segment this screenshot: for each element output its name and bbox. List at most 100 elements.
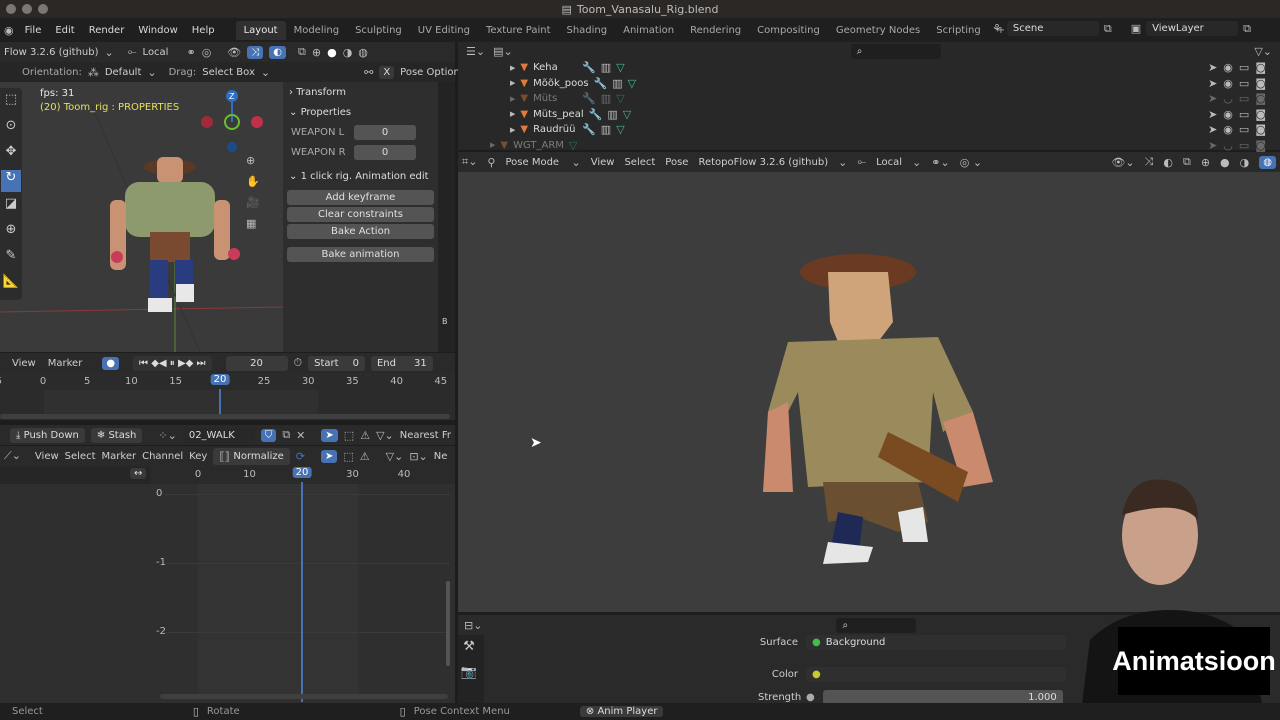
graph-view-menu[interactable]: View bbox=[35, 451, 59, 462]
eye-icon[interactable]: ◉ bbox=[1223, 61, 1233, 74]
annotate-tool-icon[interactable]: ✎ bbox=[1, 248, 21, 270]
errors-filter-icon[interactable]: ⚠ bbox=[360, 429, 370, 442]
move-tool-icon[interactable]: ✥ bbox=[1, 144, 21, 166]
eye-icon[interactable]: ◉ bbox=[1223, 123, 1233, 136]
workspace-tab-modeling[interactable]: Modeling bbox=[286, 21, 348, 40]
properties-panel-header[interactable]: ⌄ Properties bbox=[283, 102, 438, 122]
interpolation-selector[interactable]: Nearest Fr bbox=[400, 430, 451, 441]
graph-editor-area[interactable]: ↔ 010203040 0-1-2 20 bbox=[0, 466, 455, 703]
main-gizmo-icon[interactable]: ⤨ bbox=[1145, 155, 1154, 169]
graph-v-scrollbar[interactable] bbox=[446, 581, 450, 666]
hidden-eye-icon[interactable]: ◡ bbox=[1223, 92, 1233, 105]
mode-selector[interactable]: Pose Mode bbox=[505, 157, 561, 168]
hidden-eye-icon[interactable]: ◡ bbox=[1223, 139, 1233, 152]
outliner-item[interactable]: ▶ ▼ Müts 🔧 ▥ ▽ ➤ ◡ ▭ ◙ bbox=[458, 91, 1280, 107]
workspace-tab-sculpting[interactable]: Sculpting bbox=[347, 21, 410, 40]
outliner-display-mode-icon[interactable]: ☰⌄ bbox=[466, 45, 485, 58]
outliner-search-input[interactable]: ⌕ bbox=[850, 43, 941, 59]
graph-errors-icon[interactable]: ⚠ bbox=[360, 450, 370, 463]
outliner-item-name[interactable]: Müts_peal bbox=[533, 109, 584, 120]
menu-render[interactable]: Render bbox=[82, 25, 132, 36]
graph-select-menu[interactable]: Select bbox=[65, 451, 96, 462]
pan-hand-icon[interactable]: ✋ bbox=[246, 175, 260, 188]
color-field[interactable]: ● bbox=[806, 667, 1066, 682]
orientation-selector[interactable]: Default bbox=[105, 67, 142, 78]
outliner-item[interactable]: ▶ ▼ Keha 🔧 ▥ ▽ ➤ ◉ ▭ ◙ bbox=[458, 60, 1280, 76]
cursor-tool-icon[interactable]: ⊙ bbox=[1, 118, 21, 140]
expand-arrow-icon[interactable]: ▶ bbox=[510, 110, 515, 118]
graph-only-selected-toggle[interactable]: ➤ bbox=[320, 449, 338, 463]
surface-shader-field[interactable]: ● Background bbox=[806, 635, 1066, 650]
playback-controls[interactable]: ⏮ ◆◀ ⏸ ▶◆ ⏭ bbox=[133, 355, 212, 371]
render-camera-icon[interactable]: ◙ bbox=[1255, 61, 1266, 74]
expand-arrow-icon[interactable]: ▶ bbox=[510, 64, 515, 72]
copy-scene-icon[interactable]: ⧉ bbox=[1104, 22, 1112, 36]
graph-playhead[interactable] bbox=[301, 482, 303, 702]
properties-search-input[interactable]: ⌕ bbox=[836, 617, 917, 633]
expand-arrow-icon[interactable]: ▶ bbox=[510, 95, 515, 103]
zoom-icon[interactable]: ⊕ bbox=[246, 154, 260, 167]
outliner-item[interactable]: ▶ ▼ WGT_ARM ▽ ➤ ◡ ▭ ◙ bbox=[458, 138, 1280, 154]
animation-edit-panel-header[interactable]: ⌄ 1 click rig. Animation edit bbox=[283, 166, 438, 186]
graph-filter-icon[interactable]: ▽⌄ bbox=[386, 450, 404, 463]
show-hidden-icon[interactable]: ⬚ bbox=[344, 429, 354, 442]
timeline-current-frame-badge[interactable]: 20 bbox=[210, 374, 230, 385]
anim-player-button[interactable]: ⊗ Anim Player bbox=[579, 706, 664, 717]
tool-tab-icon[interactable]: ⚒ bbox=[459, 639, 479, 661]
action-name-field[interactable]: 02_WALK bbox=[182, 427, 255, 443]
main-rendered-icon[interactable]: ◍ bbox=[1259, 155, 1276, 169]
main-snap-icon[interactable]: ⚭⌄ bbox=[931, 156, 949, 169]
main-overlay-icon[interactable]: ◐ bbox=[1163, 156, 1173, 169]
selectable-icon[interactable]: ➤ bbox=[1208, 108, 1217, 121]
menu-edit[interactable]: Edit bbox=[48, 25, 81, 36]
unlink-action-icon[interactable]: ✕ bbox=[296, 429, 305, 442]
menu-help[interactable]: Help bbox=[185, 25, 222, 36]
outliner-item-name[interactable]: WGT_ARM bbox=[513, 140, 564, 151]
graph-show-hidden-icon[interactable]: ⬚ bbox=[343, 450, 353, 463]
bake-animation-button[interactable]: Bake animation bbox=[287, 247, 434, 262]
copy-view-layer-icon[interactable]: ⧉ bbox=[1243, 22, 1251, 36]
selectable-icon[interactable]: ➤ bbox=[1208, 139, 1217, 152]
channel-region-toggle[interactable]: ↔ bbox=[130, 468, 147, 479]
main-view-menu[interactable]: View bbox=[591, 157, 615, 168]
outliner-item[interactable]: ▶ ▼ Mõõk_poos 🔧 ▥ ▽ ➤ ◉ ▭ ◙ bbox=[458, 76, 1280, 92]
monitor-icon[interactable]: ▭ bbox=[1239, 77, 1249, 90]
eye-icon[interactable]: ◉ bbox=[1223, 77, 1233, 90]
visibility-icon[interactable]: 👁 bbox=[227, 46, 241, 59]
outliner-item[interactable]: ▶ ▼ Raudrüü 🔧 ▥ ▽ ➤ ◉ ▭ ◙ bbox=[458, 122, 1280, 138]
outliner-filter-icon[interactable]: ▽⌄ bbox=[1254, 45, 1272, 58]
workspace-tab-geometry-nodes[interactable]: Geometry Nodes bbox=[828, 21, 928, 40]
proportional-edit-icon[interactable]: ◎ bbox=[202, 46, 212, 59]
workspace-tab-scripting[interactable]: Scripting bbox=[928, 21, 988, 40]
render-camera-icon[interactable]: ◙ bbox=[1255, 139, 1266, 152]
measure-tool-icon[interactable]: 📐 bbox=[1, 274, 21, 296]
view-layer-icon[interactable]: ▣ bbox=[1131, 22, 1141, 35]
drag-selector[interactable]: Select Box bbox=[202, 67, 255, 78]
menu-window[interactable]: Window bbox=[131, 25, 184, 36]
graph-current-frame-badge[interactable]: 20 bbox=[292, 467, 312, 478]
start-frame-field[interactable]: Start 0 bbox=[308, 355, 365, 371]
expand-arrow-icon[interactable]: ▶ bbox=[510, 79, 515, 87]
camera-icon[interactable]: 🎥 bbox=[246, 196, 260, 209]
perspective-grid-icon[interactable]: ▦ bbox=[246, 217, 260, 230]
expand-arrow-icon[interactable]: ▶ bbox=[490, 141, 495, 149]
graph-editor-type-icon[interactable]: ⟋⌄ bbox=[4, 449, 21, 463]
main-visibility-icon[interactable]: 👁⌄ bbox=[1111, 156, 1134, 169]
auto-normalize-icon[interactable]: ⟳ bbox=[296, 450, 305, 463]
timeline-scrollbar[interactable] bbox=[0, 414, 450, 419]
render-camera-icon[interactable]: ◙ bbox=[1255, 77, 1266, 90]
timeline-marker-menu[interactable]: Marker bbox=[48, 358, 83, 369]
view-layer-selector[interactable]: ViewLayer bbox=[1146, 21, 1239, 36]
xray-icon[interactable]: ⧉ bbox=[298, 45, 306, 59]
blender-logo-icon[interactable]: ◉ bbox=[0, 24, 18, 37]
snap-icon[interactable]: ⚭ bbox=[186, 46, 195, 59]
workspace-tab-rendering[interactable]: Rendering bbox=[682, 21, 749, 40]
workspace-tab-texture-paint[interactable]: Texture Paint bbox=[478, 21, 559, 40]
stopwatch-icon[interactable]: ⏱ bbox=[294, 356, 303, 370]
pose-options-dropdown[interactable]: Pose Options bbox=[400, 67, 465, 78]
sidebar-tab[interactable]: B bbox=[442, 317, 448, 326]
clear-constraints-button[interactable]: Clear constraints bbox=[287, 207, 434, 222]
workspace-tab-animation[interactable]: Animation bbox=[615, 21, 682, 40]
expand-arrow-icon[interactable]: ▶ bbox=[510, 126, 515, 134]
material-shading-icon[interactable]: ◑ bbox=[343, 46, 353, 59]
